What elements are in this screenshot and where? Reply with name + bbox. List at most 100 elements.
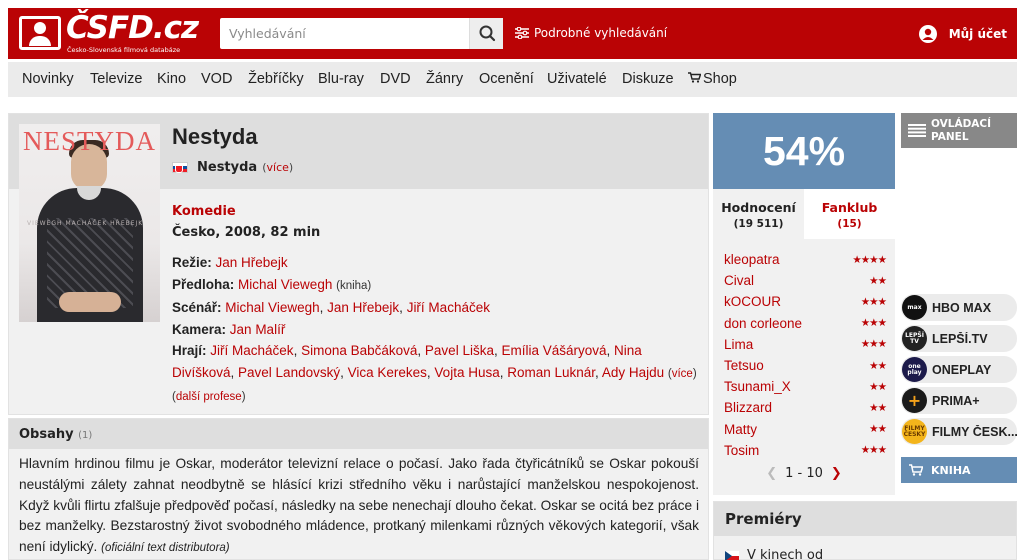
rater-name-link[interactable]: Tsunami_X xyxy=(724,379,791,394)
rating-stars-icon: ★★ xyxy=(869,274,887,287)
rater-name-link[interactable]: Lima xyxy=(724,337,753,352)
vod-name: ONEPLAY xyxy=(932,362,992,377)
advanced-search-link[interactable]: Podrobné vyhledávání xyxy=(515,26,667,40)
poster-credits: VIEWEGH MACHÁČEK HŘEBEJK xyxy=(27,220,144,227)
account-button[interactable]: Můj účet xyxy=(918,25,1007,43)
nav-zebricky[interactable]: Žebříčky xyxy=(248,71,304,87)
creator-link[interactable]: Jan Hřebejk xyxy=(216,255,288,270)
actor-link[interactable]: Jiří Macháček xyxy=(210,343,293,358)
rater-name-link[interactable]: Blizzard xyxy=(724,400,772,415)
nav-dvd[interactable]: DVD xyxy=(380,71,411,87)
film-poster[interactable]: NESTYDA VIEWEGH MACHÁČEK HŘEBEJK xyxy=(19,124,160,322)
film-info-box: NESTYDA VIEWEGH MACHÁČEK HŘEBEJK Nestyda… xyxy=(8,113,709,415)
vod-name: LEPŠÍ.TV xyxy=(932,331,988,346)
search-button[interactable] xyxy=(469,18,503,49)
nav-vod[interactable]: VOD xyxy=(201,71,232,87)
actor-link[interactable]: Vica Kerekes xyxy=(348,365,427,380)
nav-uzivatele[interactable]: Uživatelé xyxy=(547,71,607,87)
creators-list: Režie: Jan Hřebejk Předloha: Michal View… xyxy=(172,252,697,409)
nav-diskuze[interactable]: Diskuze xyxy=(622,71,674,87)
alternate-title: Nestyda (více) xyxy=(172,160,293,175)
control-panel-button[interactable]: OVLÁDACÍ PANEL xyxy=(901,113,1017,148)
rater-name-link[interactable]: Tosim xyxy=(724,443,759,458)
poster-title: NESTYDA xyxy=(23,126,156,156)
source-label: Předloha: xyxy=(172,276,235,292)
genre-link[interactable]: Komedie xyxy=(172,204,236,219)
rater-row: Tosim ★★★ xyxy=(724,440,887,461)
plot-title-text: Obsahy xyxy=(19,427,74,442)
actor-link[interactable]: Roman Luknár xyxy=(507,365,595,380)
vod-name: HBO MAX xyxy=(932,300,992,315)
top-header: ČSFD.cz Česko-Slovenská filmová databáze… xyxy=(8,8,1017,59)
actor-link[interactable]: Simona Babčáková xyxy=(301,343,417,358)
nav-televize[interactable]: Televize xyxy=(90,71,142,87)
rater-row: Tetsuo ★★ xyxy=(724,355,887,376)
nav-zanry[interactable]: Žánry xyxy=(426,71,463,87)
rater-name-link[interactable]: Matty xyxy=(724,422,757,437)
nav-oceneni[interactable]: Ocenění xyxy=(479,71,534,87)
actor-link[interactable]: Ady Hajdu xyxy=(602,365,664,380)
premiery-title: Premiéry xyxy=(725,510,802,528)
nav-kino[interactable]: Kino xyxy=(157,71,186,87)
alternate-title-more-link[interactable]: (více) xyxy=(262,161,293,174)
rater-row: Cival ★★ xyxy=(724,270,887,291)
more-professions-text[interactable]: další profese xyxy=(176,391,242,403)
vod-hbo-max[interactable]: max HBO MAX xyxy=(901,294,1017,321)
nav-shop-label: Shop xyxy=(703,71,737,87)
plot-body: Hlavním hrdinou filmu je Oskar, moderáto… xyxy=(19,456,699,555)
creator-link[interactable]: Jiří Macháček xyxy=(407,300,490,315)
search-input[interactable] xyxy=(220,18,468,49)
control-panel-label: OVLÁDACÍ PANEL xyxy=(931,118,991,144)
oneplay-logo-text: one play xyxy=(907,362,922,376)
pager-range: 1 - 10 xyxy=(785,466,823,481)
tab-ratings[interactable]: Hodnocení (19 511) xyxy=(713,189,804,239)
lepsi-tv-logo-text: LEPŠÍ TV xyxy=(905,331,924,345)
ratings-count: (19 511) xyxy=(733,218,784,230)
creator-link[interactable]: Michal Viewegh xyxy=(238,277,332,292)
rater-row: kOCOUR ★★★ xyxy=(724,291,887,312)
actor-link[interactable]: Pavel Landovský xyxy=(238,365,340,380)
vod-name: FILMY ČESK... xyxy=(932,424,1017,439)
vod-oneplay[interactable]: one play ONEPLAY xyxy=(901,356,1017,383)
rater-name-link[interactable]: don corleone xyxy=(724,316,802,331)
csfd-logo[interactable]: ČSFD.cz Česko-Slovenská filmová databáze xyxy=(19,10,199,56)
slovak-flag-icon xyxy=(172,162,188,173)
search-icon xyxy=(479,25,496,42)
rater-name-link[interactable]: kleopatra xyxy=(724,252,780,267)
cast-more-text[interactable]: více xyxy=(672,368,693,380)
source-note: (kniha) xyxy=(336,279,372,292)
vod-prima-plus[interactable]: + PRIMA+ xyxy=(901,387,1017,414)
creator-link[interactable]: Jan Hřebejk xyxy=(327,300,399,315)
creator-link[interactable]: Michal Viewegh xyxy=(225,300,319,315)
rater-name-link[interactable]: Cival xyxy=(724,273,754,288)
cast-label: Hrají: xyxy=(172,343,207,358)
directing-label: Režie: xyxy=(172,255,212,270)
vod-lepsi-tv[interactable]: LEPŠÍ TV LEPŠÍ.TV xyxy=(901,325,1017,352)
nav-bluray[interactable]: Blu-ray xyxy=(318,71,364,87)
rater-name-link[interactable]: kOCOUR xyxy=(724,294,781,309)
rating-score: 54% xyxy=(713,113,895,189)
shop-book-button[interactable]: KNIHA xyxy=(901,457,1017,483)
rating-stars-icon: ★★ xyxy=(869,401,887,414)
nav-shop[interactable]: Shop xyxy=(688,71,737,87)
rater-row: kleopatra ★★★★ xyxy=(724,249,887,270)
czech-flag-icon xyxy=(725,550,739,560)
rating-stars-icon: ★★ xyxy=(869,359,887,372)
nav-novinky[interactable]: Novinky xyxy=(22,71,74,87)
creator-link[interactable]: Jan Malíř xyxy=(230,322,286,337)
film-title: Nestyda xyxy=(172,124,258,149)
actor-link[interactable]: Pavel Liška xyxy=(425,343,494,358)
pager-prev-icon[interactable]: ❮ xyxy=(766,466,777,481)
actor-link[interactable]: Emília Vášáryová xyxy=(501,343,606,358)
cast-more-link[interactable]: (více) xyxy=(668,368,697,380)
user-icon xyxy=(918,25,937,43)
actor-link[interactable]: Vojta Husa xyxy=(434,365,499,380)
more-professions-link[interactable]: (další profese) xyxy=(172,391,246,403)
prima-plus-logo-text: + xyxy=(907,390,922,410)
vod-filmy-cesky[interactable]: FILMY ČESKY FILMY ČESK... xyxy=(901,418,1017,445)
pager-next-icon[interactable]: ❯ xyxy=(831,466,842,481)
rater-name-link[interactable]: Tetsuo xyxy=(724,358,764,373)
tab-fanclub-label: Fanklub xyxy=(821,200,878,215)
tab-fanclub[interactable]: Fanklub (15) xyxy=(804,189,895,239)
plot-count: (1) xyxy=(78,430,93,441)
